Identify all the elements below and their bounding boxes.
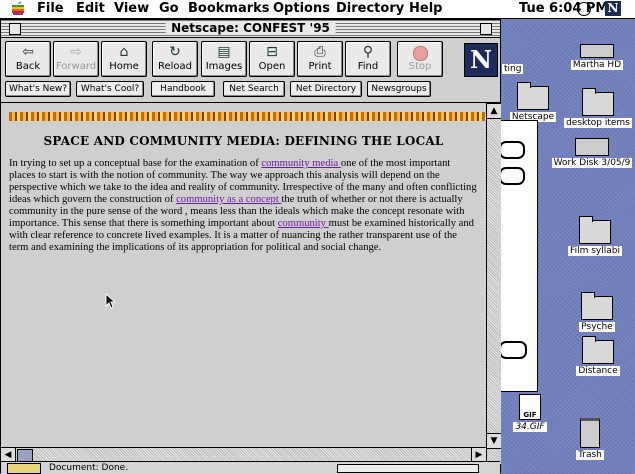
desktop-icon-desktop-items[interactable]: desktop items (564, 88, 632, 128)
net-directory-button[interactable]: Net Directory (290, 81, 362, 97)
desktop-icon-work-disk[interactable]: Work Disk 3/05/9 (549, 138, 635, 168)
apple-menu-icon[interactable] (11, 1, 25, 16)
images-icon: ▤ (217, 44, 231, 60)
disk-icon (575, 138, 609, 156)
window-title: Netscape: CONFEST '95 (165, 21, 336, 35)
binoculars-icon: ⚲ (362, 44, 374, 60)
application-menu-icon[interactable]: N (605, 1, 621, 16)
menu-view[interactable]: View (114, 1, 149, 16)
hard-disk-icon (580, 44, 614, 58)
background-window[interactable] (496, 120, 538, 392)
link-community-as-a-concept[interactable]: community as a concept (176, 194, 281, 205)
netscape-logo[interactable]: N (464, 43, 498, 77)
desktop-partial-label: ting (502, 64, 524, 74)
scroll-down-arrow-icon[interactable]: ▼ (487, 433, 501, 449)
page-content: SPACE AND COMMUNITY MEDIA: DEFINING THE … (1, 103, 486, 447)
handbook-button[interactable]: Handbook (151, 81, 215, 97)
stop-icon (412, 46, 428, 61)
page-heading: SPACE AND COMMUNITY MEDIA: DEFINING THE … (43, 134, 444, 148)
browser-window: Netscape: CONFEST '95 ⇦ Back ⇨ Forward ⌂… (0, 19, 501, 474)
vertical-scrollbar[interactable]: ▲ ▼ (486, 103, 501, 464)
menu-bookmarks[interactable]: Bookmarks (188, 1, 270, 16)
open-button[interactable]: ⊟ Open (249, 41, 295, 77)
net-search-button[interactable]: Net Search (223, 81, 285, 97)
status-bar: Document: Done. (1, 461, 500, 474)
scroll-up-arrow-icon[interactable]: ▲ (487, 103, 501, 119)
menu-go[interactable]: Go (159, 1, 179, 16)
scroll-right-arrow-icon[interactable]: ▶ (471, 448, 486, 462)
folder-icon (582, 336, 614, 364)
link-community-media[interactable]: community media (261, 158, 340, 169)
menu-file[interactable]: File (37, 1, 64, 16)
forward-arrow-icon: ⇨ (70, 44, 82, 60)
background-button[interactable] (499, 167, 525, 185)
desktop-icon-trash[interactable]: Trash (570, 418, 610, 460)
body-paragraph: In trying to set up a conceptual base fo… (9, 158, 477, 253)
home-icon: ⌂ (119, 44, 129, 60)
back-button[interactable]: ⇦ Back (5, 41, 51, 77)
whats-new-button[interactable]: What's New? (5, 81, 71, 97)
link-community[interactable]: community (278, 218, 329, 229)
security-key-icon (7, 463, 41, 474)
home-button[interactable]: ⌂ Home (101, 41, 147, 77)
background-button[interactable] (499, 341, 527, 359)
desktop-icon-psyche[interactable]: Psyche (572, 292, 622, 332)
horizontal-scrollbar[interactable]: ◀ ▶ (1, 447, 486, 462)
stop-button[interactable]: Stop (397, 41, 443, 77)
menu-bar: File Edit View Go Bookmarks Options Dire… (0, 0, 635, 19)
reload-icon: ↻ (169, 44, 181, 60)
scroll-left-arrow-icon[interactable]: ◀ (1, 448, 16, 462)
background-button[interactable] (499, 141, 525, 159)
desktop-icon-film-syllabi[interactable]: Film syllabi (564, 216, 626, 256)
zoom-box[interactable] (480, 23, 492, 35)
menu-edit[interactable]: Edit (76, 1, 105, 16)
whats-cool-button[interactable]: What's Cool? (76, 81, 144, 97)
progress-bar (337, 464, 479, 473)
forward-button[interactable]: ⇨ Forward (53, 41, 99, 77)
title-bar[interactable]: Netscape: CONFEST '95 (1, 20, 500, 38)
back-arrow-icon: ⇦ (22, 44, 34, 60)
print-icon: ⎙ (314, 44, 326, 60)
menu-directory[interactable]: Directory (336, 1, 404, 16)
desktop-icon-martha-hd[interactable]: Martha HD (568, 44, 626, 70)
decorative-fire-banner (9, 112, 485, 121)
open-icon: ⊟ (266, 44, 278, 60)
menu-help[interactable]: Help (409, 1, 442, 16)
folder-icon (579, 216, 611, 244)
status-text: Document: Done. (49, 463, 129, 473)
desktop-icon-gif-file[interactable]: GIF 34.GIF (510, 394, 550, 432)
netscape-folder-icon (517, 82, 549, 110)
find-button[interactable]: ⚲ Find (345, 41, 391, 77)
trash-icon (580, 418, 600, 448)
reload-button[interactable]: ↻ Reload (152, 41, 198, 77)
desktop-icon-distance[interactable]: Distance (570, 336, 626, 376)
mouse-pointer-icon (105, 293, 116, 309)
folder-icon (581, 292, 613, 320)
print-button[interactable]: ⎙ Print (297, 41, 343, 77)
balloon-help-icon[interactable] (577, 2, 591, 16)
menubar-clock[interactable]: Tue 6:04 PM (519, 1, 608, 16)
desktop-icon-netscape[interactable]: Netscape (508, 82, 558, 122)
close-box[interactable] (9, 23, 21, 35)
menu-options[interactable]: Options (273, 1, 330, 16)
folder-icon (582, 88, 614, 116)
gif-file-icon: GIF (519, 394, 541, 420)
newsgroups-button[interactable]: Newsgroups (367, 81, 431, 97)
images-button[interactable]: ▤ Images (201, 41, 247, 77)
